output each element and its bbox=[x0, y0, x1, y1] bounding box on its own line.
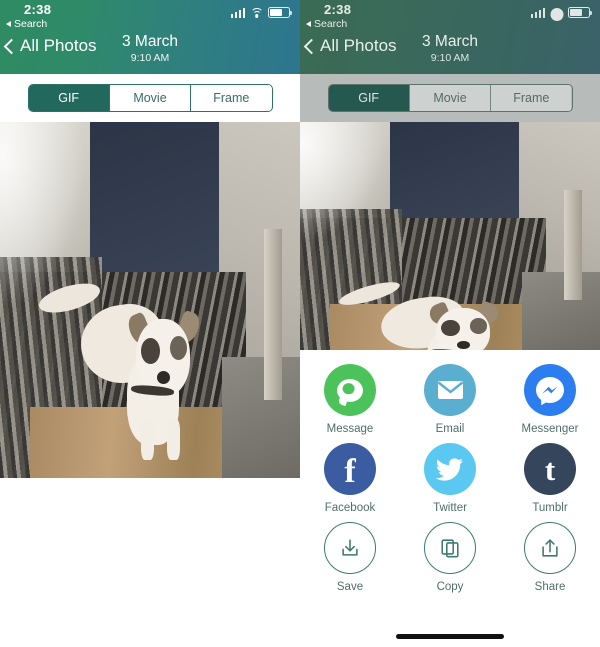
photo-floor-right bbox=[522, 272, 600, 350]
photo-dog bbox=[336, 277, 522, 350]
empty-area-left bbox=[0, 478, 300, 647]
status-back-label: Search bbox=[14, 18, 48, 30]
cellular-signal-icon bbox=[530, 8, 545, 18]
status-bar-left: 2:38 Search bbox=[0, 0, 300, 30]
photo-door-frame bbox=[264, 228, 282, 400]
share-option-label: Share bbox=[534, 581, 566, 593]
share-option-label: Email bbox=[435, 423, 465, 435]
share-option-messenger[interactable]: Messenger bbox=[507, 364, 593, 435]
share-option-facebook[interactable]: f Facebook bbox=[307, 443, 393, 514]
header-left: 2:38 Search All Photos 3 March 9:10 AM bbox=[0, 0, 300, 74]
status-back-label: Search bbox=[314, 18, 348, 30]
photo-preview-left[interactable] bbox=[0, 122, 300, 478]
phone-screen-right: 2:38 Search All Photos 3 March 9:10 AM G… bbox=[300, 0, 600, 647]
share-option-copy[interactable]: Copy bbox=[407, 522, 493, 593]
tab-frame[interactable]: Frame bbox=[190, 85, 272, 111]
photo-light-glare bbox=[300, 122, 396, 255]
photo-floor-right bbox=[222, 356, 300, 478]
copy-duplicate-icon bbox=[424, 522, 476, 574]
share-option-label: Copy bbox=[436, 581, 464, 593]
tumblr-t-icon: t bbox=[524, 443, 576, 495]
share-option-message[interactable]: Message bbox=[307, 364, 393, 435]
cellular-signal-icon bbox=[230, 8, 245, 18]
share-sheet: Message Email Messenger f Facebook Twitt… bbox=[300, 350, 600, 647]
message-bubble-icon bbox=[324, 364, 376, 416]
status-time: 2:38 bbox=[324, 2, 352, 17]
header-right: 2:38 Search All Photos 3 March 9:10 AM bbox=[300, 0, 600, 74]
share-option-twitter[interactable]: Twitter bbox=[407, 443, 493, 514]
phone-screen-left: 2:38 Search All Photos 3 March 9:10 AM G… bbox=[0, 0, 300, 647]
download-icon bbox=[324, 522, 376, 574]
tab-gif[interactable]: GIF bbox=[28, 85, 109, 111]
share-row-social: f Facebook Twitter t Tumblr bbox=[300, 443, 600, 514]
share-option-label: Message bbox=[326, 423, 374, 435]
share-option-tumblr[interactable]: t Tumblr bbox=[507, 443, 593, 514]
status-back-to-search[interactable]: Search bbox=[306, 18, 347, 30]
nav-title-date: 3 March bbox=[122, 33, 178, 50]
messenger-bolt-icon bbox=[524, 364, 576, 416]
nav-title-time: 9:10 AM bbox=[430, 52, 470, 64]
status-indicators bbox=[230, 7, 292, 18]
wifi-icon bbox=[250, 8, 263, 18]
battery-icon bbox=[568, 7, 592, 18]
status-bar-right: 2:38 Search bbox=[300, 0, 600, 30]
share-upload-icon bbox=[524, 522, 576, 574]
share-option-label: Twitter bbox=[433, 502, 467, 514]
share-option-email[interactable]: Email bbox=[407, 364, 493, 435]
triangle-left-icon bbox=[6, 21, 11, 27]
triangle-left-icon bbox=[306, 21, 311, 27]
share-row-apps: Message Email Messenger bbox=[300, 364, 600, 435]
photo-door-frame bbox=[564, 190, 582, 300]
share-option-save[interactable]: Save bbox=[307, 522, 393, 593]
nav-title-time: 9:10 AM bbox=[130, 52, 170, 64]
nav-title-date: 3 March bbox=[422, 33, 478, 50]
tab-gif[interactable]: GIF bbox=[328, 85, 409, 111]
segmented-control-left[interactable]: GIF Movie Frame bbox=[27, 84, 273, 112]
share-option-share[interactable]: Share bbox=[507, 522, 593, 593]
nav-bar-left: All Photos 3 March 9:10 AM bbox=[0, 30, 300, 74]
tab-frame[interactable]: Frame bbox=[490, 85, 572, 111]
share-row-actions: Save Copy Share bbox=[300, 522, 600, 593]
twitter-bird-icon bbox=[424, 443, 476, 495]
photo-scene bbox=[300, 122, 600, 350]
envelope-icon bbox=[424, 364, 476, 416]
status-back-to-search[interactable]: Search bbox=[6, 18, 47, 30]
photo-dog bbox=[35, 277, 222, 464]
photo-preview-right[interactable] bbox=[300, 122, 600, 350]
share-option-label: Facebook bbox=[324, 502, 376, 514]
share-option-label: Tumblr bbox=[532, 502, 568, 514]
home-indicator-bar[interactable] bbox=[396, 634, 504, 639]
segmented-control-right[interactable]: GIF Movie Frame bbox=[327, 84, 573, 112]
nav-bar-right: All Photos 3 March 9:10 AM bbox=[300, 30, 600, 74]
nav-title-block: 3 March 9:10 AM bbox=[0, 32, 300, 65]
battery-icon bbox=[268, 7, 292, 18]
dual-phone-screenshot: 2:38 Search All Photos 3 March 9:10 AM G… bbox=[0, 0, 600, 647]
share-option-label: Messenger bbox=[521, 423, 579, 435]
share-option-label: Save bbox=[336, 581, 364, 593]
facebook-f-icon: f bbox=[324, 443, 376, 495]
photo-scene bbox=[0, 122, 300, 478]
segmented-control-wrap-right: GIF Movie Frame bbox=[300, 74, 600, 122]
status-time: 2:38 bbox=[24, 2, 52, 17]
status-indicators bbox=[530, 7, 592, 21]
wifi-icon bbox=[550, 8, 563, 21]
tab-movie[interactable]: Movie bbox=[408, 85, 491, 111]
tab-movie[interactable]: Movie bbox=[108, 85, 191, 111]
segmented-control-wrap-left: GIF Movie Frame bbox=[0, 74, 300, 122]
nav-title-block: 3 March 9:10 AM bbox=[300, 32, 600, 65]
